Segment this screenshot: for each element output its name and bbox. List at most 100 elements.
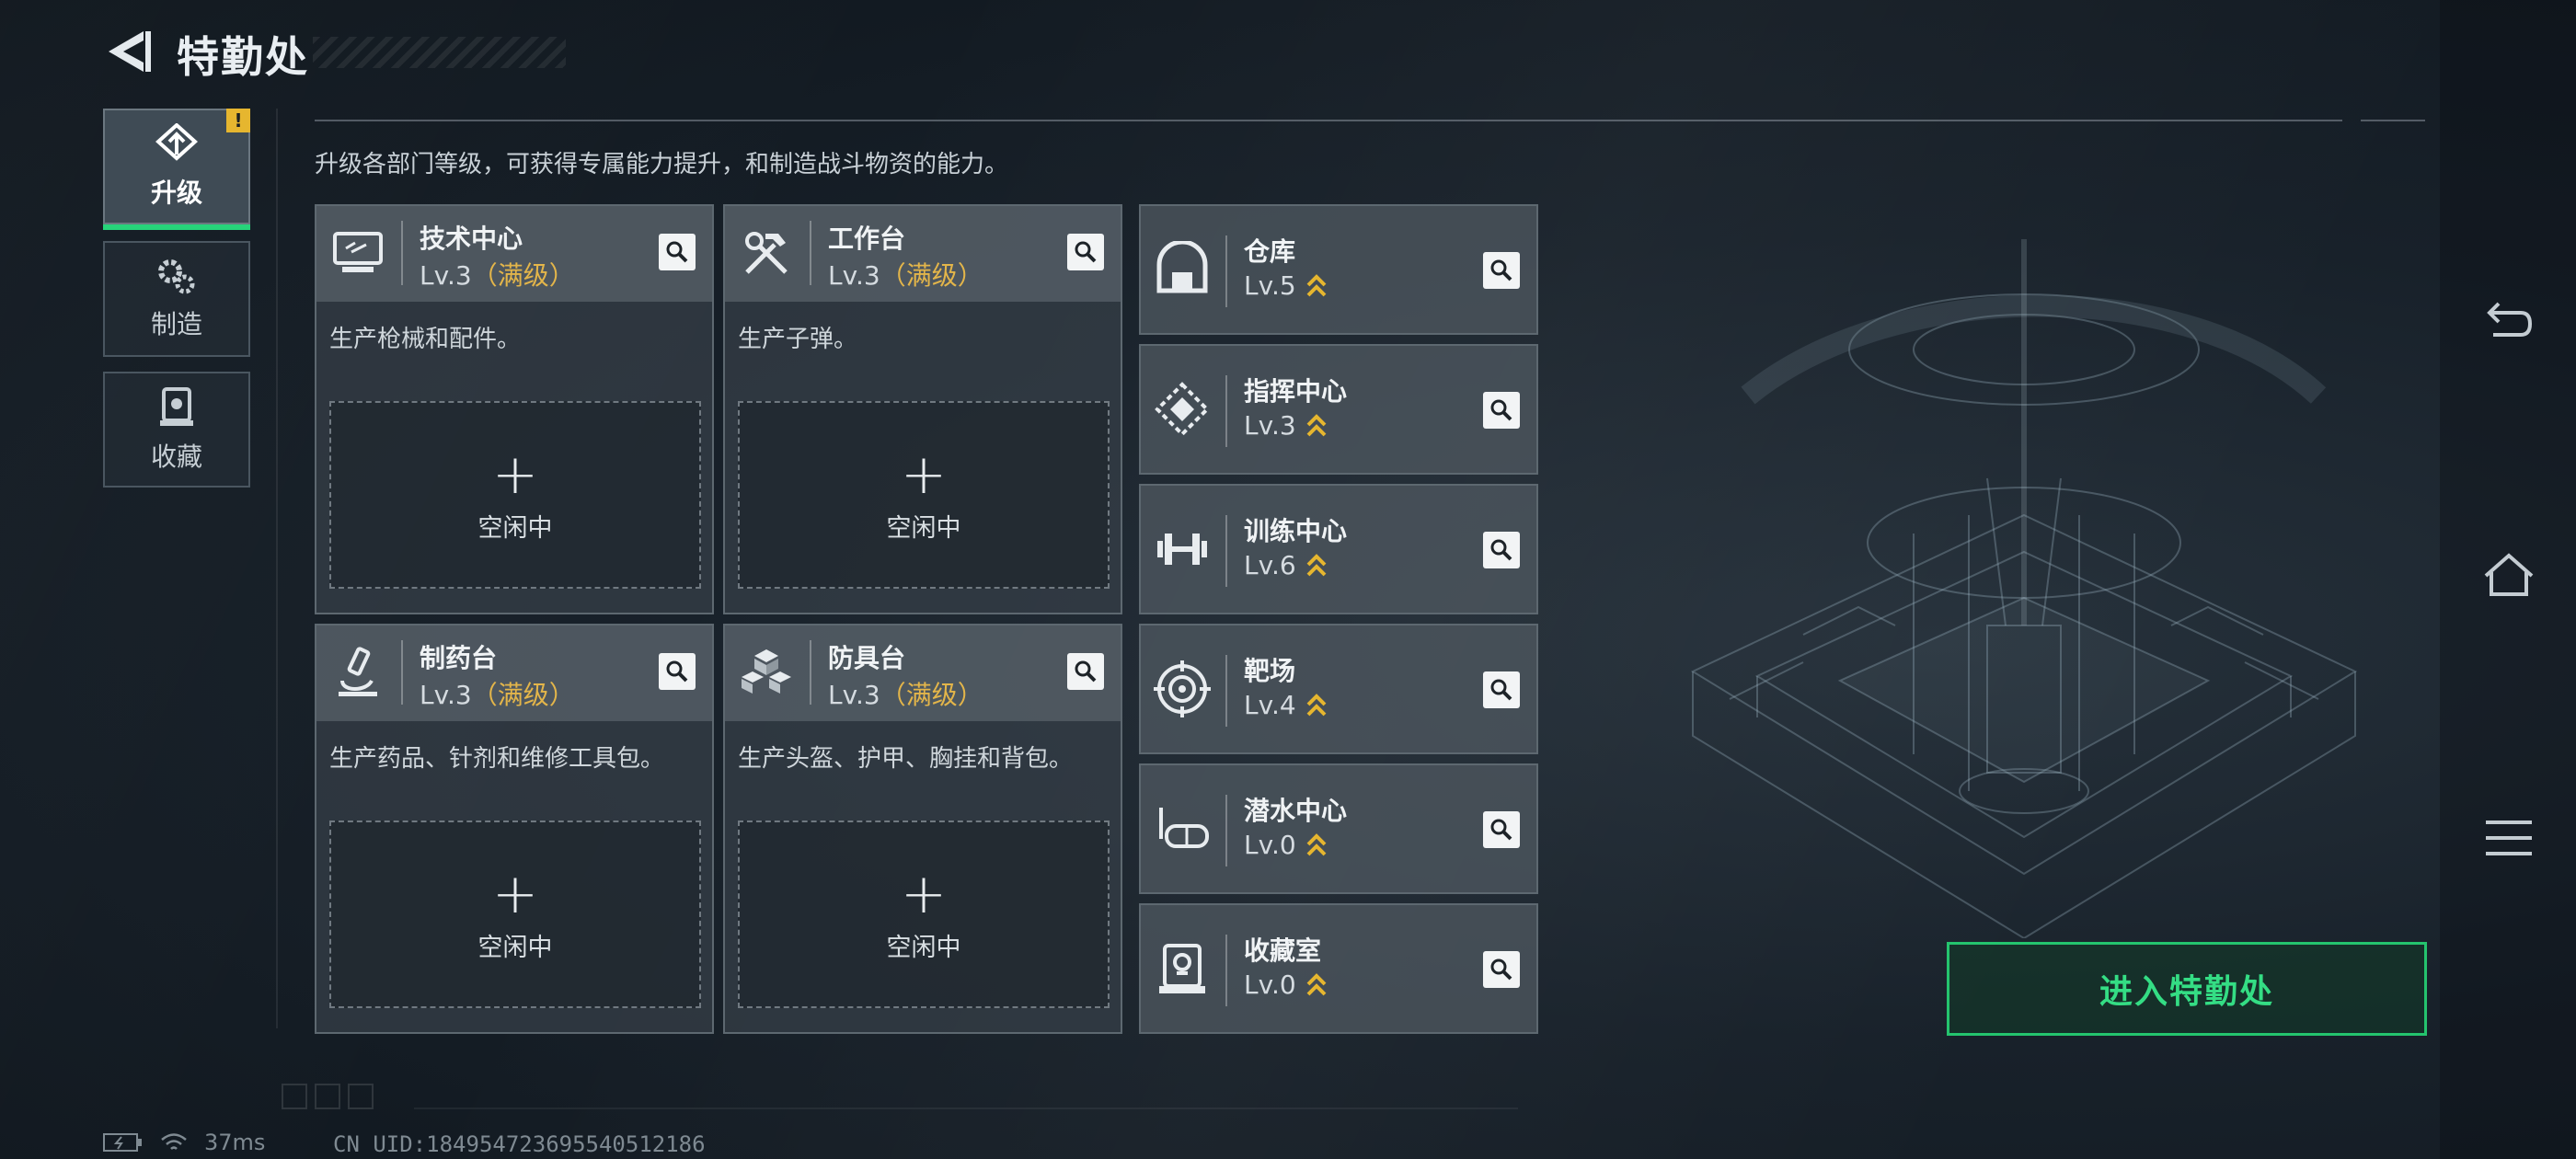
- special-ops-building-illustration: [1690, 239, 2358, 938]
- facility-warehouse[interactable]: 仓库 Lv.5: [1139, 204, 1538, 335]
- card-workbench[interactable]: 工作台 Lv.3（满级） 生产子弹。 + 空闲中: [723, 204, 1122, 614]
- card-header: 制药台 Lv.3（满级）: [316, 625, 712, 721]
- card-title: 技术中心: [420, 224, 523, 254]
- facility-diving-center[interactable]: 潜水中心 Lv.0: [1139, 763, 1538, 894]
- max-level-tag: （满级）: [471, 680, 575, 710]
- card-header: 防具台 Lv.3（满级）: [725, 625, 1121, 721]
- computer-icon: [333, 232, 383, 272]
- facility-name: 仓库: [1244, 236, 1296, 267]
- slot-status: 空闲中: [886, 513, 961, 543]
- command-icon: [1155, 382, 1210, 437]
- search-icon: [666, 241, 688, 263]
- facility-name: 训练中心: [1244, 516, 1348, 546]
- production-slot[interactable]: + 空闲中: [329, 820, 701, 1008]
- search-icon: [1075, 241, 1097, 263]
- page-title: 特勤处: [177, 32, 309, 82]
- card-level: Lv.3（满级）: [420, 680, 575, 710]
- wifi-icon: [161, 1133, 187, 1150]
- slot-status: 空闲中: [886, 933, 961, 962]
- card-separator: [1225, 935, 1227, 1006]
- search-button[interactable]: [1483, 252, 1520, 289]
- search-button[interactable]: [1067, 234, 1104, 270]
- slot-status: 空闲中: [477, 933, 553, 962]
- return-icon[interactable]: [2480, 291, 2537, 348]
- card-header: 技术中心 Lv.3（满级）: [316, 206, 712, 302]
- search-button[interactable]: [1067, 653, 1104, 690]
- upgrade-available-icon: [1306, 553, 1327, 576]
- card-separator: [810, 221, 811, 285]
- intro-text: 升级各部门等级，可获得专属能力提升，和制造战斗物资的能力。: [315, 151, 1009, 178]
- card-tech-center[interactable]: 技术中心 Lv.3（满级） 生产枪械和配件。 + 空闲中: [315, 204, 714, 614]
- trophy-case-icon: [1159, 944, 1205, 993]
- card-title: 工作台: [828, 224, 906, 254]
- facility-level: Lv.0: [1244, 970, 1328, 1000]
- max-level-tag: （满级）: [880, 680, 983, 710]
- nav-tab-upgrade[interactable]: ! 升级: [103, 109, 250, 230]
- card-separator: [401, 640, 403, 705]
- nav-tab-collection[interactable]: 收藏: [103, 372, 250, 488]
- facility-command-center[interactable]: 指挥中心 Lv.3: [1139, 344, 1538, 475]
- boxes-icon: [742, 649, 791, 694]
- decorative-squares: [282, 1084, 374, 1109]
- search-icon: [1490, 399, 1512, 421]
- upgrade-available-icon: [1306, 693, 1327, 716]
- add-icon: +: [900, 861, 948, 926]
- menu-icon[interactable]: [2480, 809, 2537, 866]
- search-button[interactable]: [1483, 671, 1520, 708]
- facility-name: 潜水中心: [1244, 796, 1348, 826]
- dumbbell-icon: [1157, 534, 1207, 565]
- production-slot[interactable]: + 空闲中: [738, 401, 1110, 589]
- facility-collection-room[interactable]: 收藏室 Lv.0: [1139, 903, 1538, 1034]
- card-armor-bench[interactable]: 防具台 Lv.3（满级） 生产头盔、护甲、胸挂和背包。 + 空闲中: [723, 624, 1122, 1034]
- collection-icon: [160, 387, 193, 426]
- search-button[interactable]: [1483, 951, 1520, 988]
- facility-level: Lv.5: [1244, 270, 1328, 301]
- production-slot[interactable]: + 空闲中: [329, 401, 701, 589]
- search-button[interactable]: [1483, 811, 1520, 848]
- max-level-tag: （满级）: [880, 260, 983, 291]
- card-separator: [1225, 375, 1227, 447]
- notification-badge: !: [226, 109, 250, 132]
- title-decoration: [313, 37, 566, 68]
- add-icon: +: [491, 861, 539, 926]
- enter-special-ops-button[interactable]: 进入特勤处: [1947, 942, 2427, 1036]
- search-button[interactable]: [1483, 392, 1520, 429]
- search-button[interactable]: [1483, 532, 1520, 568]
- header-divider-short: [2361, 120, 2425, 121]
- slot-status: 空闲中: [477, 513, 553, 543]
- card-separator: [810, 640, 811, 705]
- search-icon: [1490, 679, 1512, 701]
- nav-tab-craft[interactable]: 制造: [103, 241, 250, 357]
- search-button[interactable]: [659, 653, 696, 690]
- target-icon: [1154, 660, 1211, 717]
- facility-name: 指挥中心: [1244, 376, 1348, 407]
- search-icon: [1490, 259, 1512, 281]
- add-icon: +: [491, 442, 539, 507]
- diving-mask-icon: [1159, 808, 1209, 848]
- nav-label: 制造: [150, 309, 202, 339]
- card-pharmacy[interactable]: 制药台 Lv.3（满级） 生产药品、针剂和维修工具包。 + 空闲中: [315, 624, 714, 1034]
- search-icon: [1490, 958, 1512, 981]
- facility-training-center[interactable]: 训练中心 Lv.6: [1139, 484, 1538, 614]
- max-level-tag: （满级）: [471, 260, 575, 291]
- back-arrow-icon[interactable]: [99, 24, 155, 79]
- bottom-divider: [414, 1107, 1518, 1109]
- search-button[interactable]: [659, 234, 696, 270]
- facility-level: Lv.6: [1244, 550, 1328, 580]
- microscope-icon: [339, 647, 377, 696]
- battery-icon: [103, 1133, 142, 1152]
- home-icon[interactable]: [2480, 548, 2537, 605]
- card-description: 生产药品、针剂和维修工具包。: [329, 745, 665, 773]
- search-icon: [666, 660, 688, 683]
- facility-shooting-range[interactable]: 靶场 Lv.4: [1139, 624, 1538, 754]
- search-icon: [1075, 660, 1097, 683]
- facility-name: 靶场: [1244, 656, 1296, 686]
- card-level: Lv.3（满级）: [828, 260, 983, 291]
- card-title: 制药台: [420, 643, 498, 673]
- card-description: 生产头盔、护甲、胸挂和背包。: [738, 745, 1074, 773]
- facility-level: Lv.3: [1244, 410, 1328, 441]
- facility-level: Lv.4: [1244, 690, 1328, 720]
- production-slot[interactable]: + 空闲中: [738, 820, 1110, 1008]
- card-title: 防具台: [828, 643, 906, 673]
- card-separator: [401, 221, 403, 285]
